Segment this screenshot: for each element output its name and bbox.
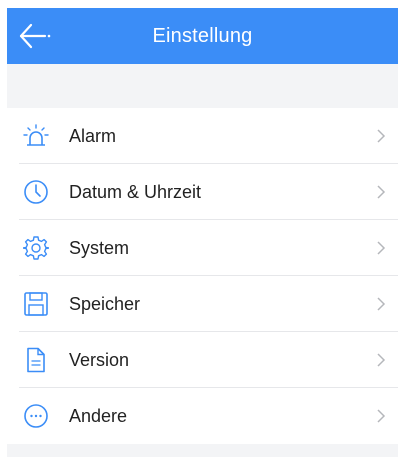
settings-item-label: Speicher <box>69 294 141 314</box>
settings-item-system[interactable]: System <box>7 220 398 276</box>
page-title: Einstellung <box>152 25 253 47</box>
settings-list: Alarm Datum & Uhrzeit System Speicher Ve… <box>7 108 398 444</box>
settings-item-label: Version <box>69 350 130 370</box>
document-icon <box>27 347 45 373</box>
chevron-right-icon <box>377 353 386 367</box>
chevron-right-icon <box>377 409 386 423</box>
settings-screen: Einstellung Alarm Datum & Uhrzeit System… <box>0 0 411 457</box>
settings-item-other[interactable]: Andere <box>7 388 398 444</box>
settings-item-alarm[interactable]: Alarm <box>7 108 398 164</box>
clock-icon <box>24 180 48 204</box>
settings-item-storage[interactable]: Speicher <box>7 276 398 332</box>
settings-item-label: Alarm <box>69 126 117 146</box>
more-dots-icon <box>24 404 48 428</box>
settings-item-label: Andere <box>69 406 128 426</box>
settings-item-label: System <box>69 238 130 258</box>
chevron-right-icon <box>377 241 386 255</box>
settings-item-datetime[interactable]: Datum & Uhrzeit <box>7 164 398 220</box>
settings-item-label: Datum & Uhrzeit <box>69 182 202 202</box>
floppy-disk-icon <box>24 292 48 316</box>
alarm-light-icon <box>23 124 49 146</box>
settings-item-version[interactable]: Version <box>7 332 398 388</box>
chevron-right-icon <box>377 129 386 143</box>
header-bar: Einstellung <box>7 8 398 64</box>
chevron-right-icon <box>377 297 386 311</box>
gear-icon <box>23 236 49 260</box>
section-spacer <box>7 64 398 108</box>
chevron-right-icon <box>377 185 386 199</box>
bottom-spacer <box>7 444 398 457</box>
